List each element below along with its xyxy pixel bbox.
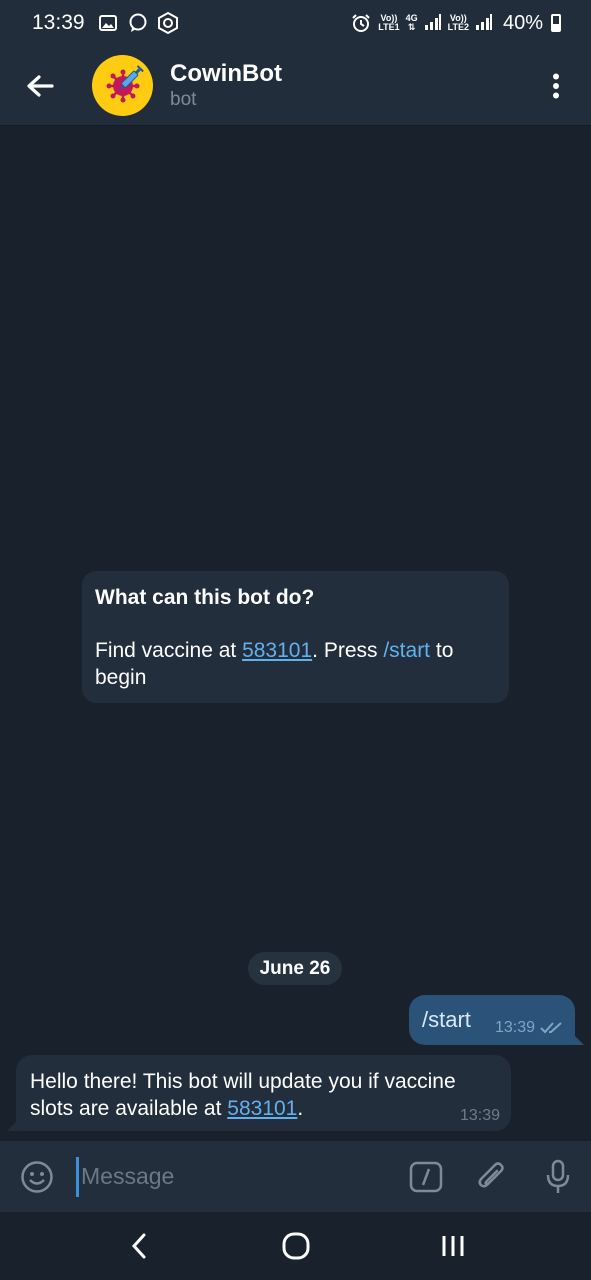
net-type: 4G ⇅	[406, 14, 418, 32]
bot-commands-button[interactable]	[393, 1141, 459, 1212]
chat-bubble-icon	[127, 12, 149, 34]
pincode-link[interactable]: 583101	[242, 639, 312, 662]
data-arrows-icon: ⇅	[407, 22, 416, 32]
sim1-label: Vo)) LTE1	[378, 14, 399, 32]
paperclip-icon	[478, 1161, 504, 1188]
recents-icon	[442, 1236, 463, 1256]
bot-info-card: What can this bot do? Find vaccine at 58…	[82, 571, 509, 703]
virus-syringe-icon	[106, 64, 144, 102]
sim1-lte: LTE1	[378, 22, 400, 32]
status-time: 13:39	[32, 11, 85, 34]
message-meta: 13:39	[495, 1019, 564, 1037]
message-text-after: .	[297, 1097, 304, 1120]
status-right: Vo)) LTE1 4G ⇅ Vo)) LTE2 40%	[350, 12, 561, 35]
slash-command-icon	[409, 1161, 443, 1192]
signal-icon	[424, 13, 442, 34]
date-divider: June 26	[248, 952, 342, 985]
sim2-lte: LTE2	[447, 22, 469, 32]
message-text: Hello there! This bot will update you if…	[30, 1068, 497, 1122]
voice-message-button[interactable]	[525, 1141, 591, 1212]
info-heading: What can this bot do?	[95, 586, 315, 609]
sim2-label: Vo)) LTE2	[448, 14, 469, 32]
hexagon-app-icon	[157, 12, 179, 34]
battery-fill	[553, 24, 559, 30]
alarm-icon	[350, 12, 372, 34]
chat-header: CowinBot bot	[0, 46, 591, 126]
battery-icon	[551, 14, 561, 32]
avatar[interactable]	[92, 55, 153, 116]
chevron-left-icon	[131, 1233, 145, 1259]
status-left: 13:39	[32, 11, 179, 35]
message-text: /start	[422, 1007, 471, 1032]
gallery-icon	[97, 12, 119, 34]
info-text-mid: . Press	[312, 639, 384, 662]
nav-home-button[interactable]	[256, 1212, 336, 1280]
more-menu-button[interactable]	[521, 46, 591, 126]
nav-back-button[interactable]	[99, 1212, 179, 1280]
message-time: 13:39	[494, 1019, 535, 1036]
message-time: 13:39	[459, 1107, 500, 1124]
bubble-tail	[572, 1033, 584, 1045]
title-block[interactable]: CowinBot bot	[170, 60, 521, 112]
bubble-tail	[7, 1119, 19, 1131]
signal-icon	[475, 13, 493, 34]
info-text: Find vaccine at 583101. Press /start to …	[95, 637, 496, 691]
incoming-message[interactable]: Hello there! This bot will update you if…	[7, 1055, 511, 1131]
microphone-icon	[546, 1159, 570, 1193]
back-arrow-icon	[27, 74, 54, 97]
back-button[interactable]	[0, 46, 80, 126]
kebab-menu-icon	[553, 73, 559, 98]
double-check-icon	[540, 1022, 562, 1034]
emoji-icon	[21, 1160, 53, 1193]
message-input[interactable]	[76, 1156, 393, 1197]
battery-percent: 40%	[502, 11, 543, 34]
info-text-before: Find vaccine at	[95, 639, 243, 662]
emoji-button[interactable]	[0, 1141, 74, 1212]
attach-button[interactable]	[459, 1141, 525, 1212]
message-input-bar	[0, 1141, 591, 1212]
chat-title: CowinBot	[170, 59, 282, 87]
nav-recents-button[interactable]	[413, 1212, 493, 1280]
outgoing-message[interactable]: /start 13:39	[409, 995, 584, 1045]
home-icon	[282, 1232, 309, 1260]
status-bar: 13:39 Vo)) LTE1 4G ⇅ Vo)) LTE2 40%	[0, 0, 591, 46]
pincode-link[interactable]: 583101	[227, 1097, 297, 1120]
system-nav-bar	[0, 1212, 591, 1280]
start-command-link[interactable]: /start	[383, 639, 430, 662]
chat-subtitle: bot	[170, 88, 197, 110]
